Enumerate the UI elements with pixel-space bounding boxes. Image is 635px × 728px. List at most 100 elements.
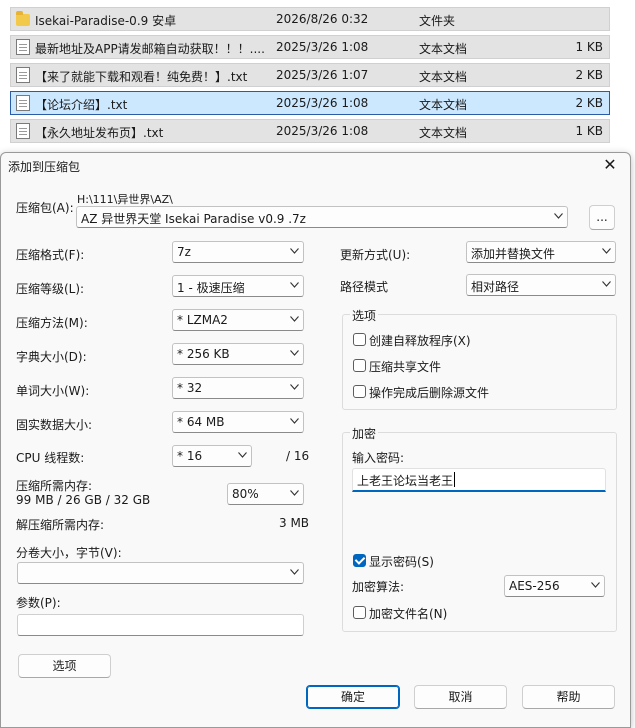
file-type: 文本文档	[419, 70, 468, 84]
cpu-threads-value: * 16	[177, 449, 203, 463]
options-button[interactable]: 选项	[18, 654, 111, 678]
close-icon[interactable]: ✕	[600, 155, 620, 174]
text-document-icon	[16, 123, 30, 139]
file-date: 2025/3/26 1:08	[276, 96, 369, 110]
solid-size-combo[interactable]: * 64 MB	[172, 411, 304, 433]
archive-name-value: AZ 异世界天堂 Isekai Paradise v0.9 .7z	[81, 212, 306, 226]
file-date: 2025/3/26 1:08	[276, 40, 369, 54]
chevron-down-icon	[591, 582, 600, 590]
encrypt-names-label: 加密文件名(N)	[369, 607, 448, 621]
encryption-group: 加密 输入密码: 上老王论坛当老王 显示密码(S) 加密算法: AES-256 …	[342, 425, 617, 632]
path-mode-combo[interactable]: 相对路径	[466, 274, 616, 296]
show-password-label: 显示密码(S)	[369, 555, 434, 569]
file-name: Isekai-Paradise-0.9 安卓	[35, 14, 177, 28]
checkbox-box[interactable]	[353, 606, 366, 619]
chevron-down-icon	[290, 490, 299, 498]
archive-name-combo[interactable]: AZ 异世界天堂 Isekai Paradise v0.9 .7z	[76, 206, 568, 228]
dialog-title: 添加到压缩包	[8, 160, 81, 174]
password-input[interactable]: 上老王论坛当老王	[352, 468, 606, 492]
file-type: 文本文档	[419, 98, 468, 112]
parameters-label: 参数(P):	[16, 596, 61, 610]
word-size-value: * 32	[177, 381, 203, 395]
chevron-down-icon	[290, 569, 299, 577]
encryption-method-label: 加密算法:	[352, 580, 405, 594]
chevron-down-icon	[290, 316, 299, 324]
file-size: 1 KB	[575, 40, 603, 54]
file-row[interactable]: 【来了就能下载和观看！纯免费！】.txt 2025/3/26 1:07 文本文档…	[10, 63, 610, 87]
chevron-down-icon	[290, 418, 299, 426]
chevron-down-icon	[602, 248, 611, 256]
memory-usage-value: 80%	[232, 487, 259, 501]
file-row[interactable]: 最新地址及APP请发邮箱自动获取！！！.... 2025/3/26 1:08 文…	[10, 35, 610, 59]
cpu-threads-label: CPU 线程数:	[16, 451, 85, 465]
file-row-folder[interactable]: Isekai-Paradise-0.9 安卓 2026/8/26 0:32 文件…	[10, 7, 610, 31]
file-name: 【永久地址发布页】.txt	[35, 126, 164, 140]
update-mode-label: 更新方式(U):	[340, 248, 411, 262]
cpu-threads-combo[interactable]: * 16	[172, 445, 252, 467]
chevron-down-icon	[290, 248, 299, 256]
checkbox-box[interactable]	[353, 359, 366, 372]
file-name: 【论坛介绍】.txt	[35, 98, 128, 112]
file-row-selected[interactable]: 【论坛介绍】.txt 2025/3/26 1:08 文本文档 2 KB	[10, 91, 610, 115]
path-mode-value: 相对路径	[471, 280, 520, 294]
file-type: 文本文档	[419, 126, 468, 140]
file-type: 文件夹	[419, 14, 456, 28]
decompress-memory-value: 3 MB	[279, 516, 310, 530]
options-group-title: 选项	[350, 307, 379, 324]
dict-size-combo[interactable]: * 256 KB	[172, 343, 304, 365]
archive-label: 压缩包(A):	[16, 201, 74, 215]
chevron-down-icon	[238, 452, 247, 460]
help-button[interactable]: 帮助	[522, 685, 615, 709]
dialog-titlebar[interactable]: 添加到压缩包 ✕	[1, 153, 630, 177]
level-label: 压缩等级(L):	[16, 282, 85, 296]
file-type: 文本文档	[419, 42, 468, 56]
parameters-input[interactable]	[17, 614, 304, 636]
split-volume-combo[interactable]	[17, 562, 304, 584]
word-size-label: 单词大小(W):	[16, 384, 90, 398]
compress-memory-detail: 99 MB / 26 GB / 32 GB	[16, 493, 151, 507]
update-mode-value: 添加并替换文件	[471, 247, 556, 261]
checkbox-box[interactable]	[353, 385, 366, 398]
path-mode-label: 路径模式	[340, 280, 389, 294]
method-value: * LZMA2	[177, 313, 228, 327]
chevron-down-icon	[290, 384, 299, 392]
folder-icon	[16, 11, 30, 26]
password-value: 上老王论坛当老王	[357, 474, 454, 488]
chevron-down-icon	[290, 350, 299, 358]
options-group: 选项 创建自释放程序(X) 压缩共享文件 操作完成后删除源文件	[342, 307, 617, 410]
checkbox-box[interactable]	[353, 333, 366, 346]
word-size-combo[interactable]: * 32	[172, 377, 304, 399]
level-combo[interactable]: 1 - 极速压缩	[172, 275, 304, 297]
text-caret	[454, 472, 455, 487]
method-combo[interactable]: * LZMA2	[172, 309, 304, 331]
encryption-group-title: 加密	[350, 425, 379, 442]
encryption-method-combo[interactable]: AES-256	[504, 575, 605, 597]
file-date: 2025/3/26 1:08	[276, 124, 369, 138]
encryption-method-value: AES-256	[509, 579, 560, 593]
file-row[interactable]: 【永久地址发布页】.txt 2025/3/26 1:08 文本文档 1 KB	[10, 119, 610, 143]
memory-usage-combo[interactable]: 80%	[227, 483, 304, 505]
archive-path: H:\111\异世界\AZ\	[77, 193, 173, 206]
cancel-button[interactable]: 取消	[414, 685, 507, 709]
update-mode-combo[interactable]: 添加并替换文件	[466, 241, 616, 263]
file-size: 2 KB	[575, 96, 603, 110]
checkbox-box-checked[interactable]	[353, 554, 366, 567]
ok-button[interactable]: 确定	[306, 685, 400, 709]
dict-size-label: 字典大小(D):	[16, 350, 87, 364]
file-date: 2026/8/26 0:32	[276, 12, 369, 26]
file-size: 2 KB	[575, 68, 603, 82]
text-document-icon	[16, 39, 30, 55]
password-label: 输入密码:	[352, 451, 405, 465]
chevron-down-icon	[290, 282, 299, 290]
text-document-icon	[16, 95, 30, 111]
file-size: 1 KB	[575, 124, 603, 138]
browse-button[interactable]: ...	[589, 205, 615, 230]
compress-shared-label: 压缩共享文件	[369, 360, 442, 374]
solid-size-label: 固实数据大小:	[16, 418, 93, 432]
format-label: 压缩格式(F):	[16, 248, 85, 262]
text-document-icon	[16, 67, 30, 83]
format-combo[interactable]: 7z	[172, 241, 304, 263]
dict-size-value: * 256 KB	[177, 347, 230, 361]
add-to-archive-dialog: 添加到压缩包 ✕ 压缩包(A): H:\111\异世界\AZ\ AZ 异世界天堂…	[0, 152, 631, 728]
file-date: 2025/3/26 1:07	[276, 68, 369, 82]
